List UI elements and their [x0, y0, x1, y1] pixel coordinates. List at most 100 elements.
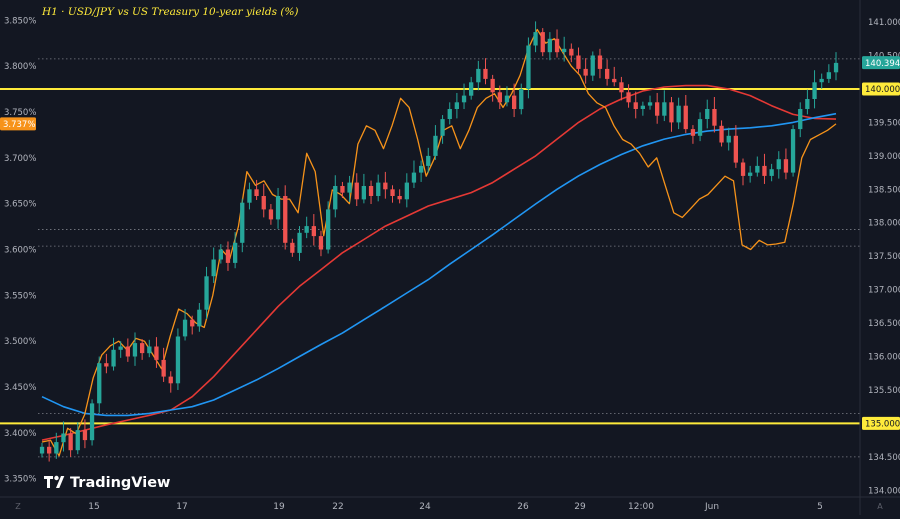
candle-body: [819, 78, 824, 83]
candle-body: [762, 165, 767, 176]
candle-body: [748, 172, 753, 176]
candle-body: [61, 433, 66, 443]
yield-current-badge: 3.737%: [0, 117, 36, 131]
candle-body: [168, 376, 173, 384]
candle-body: [54, 442, 59, 454]
candle-body: [798, 109, 803, 130]
candle-body: [190, 319, 195, 327]
candle-body: [461, 95, 467, 103]
candle-body: [111, 349, 116, 367]
candle-body: [304, 226, 309, 233]
x-axis-tick-label: 22: [332, 502, 343, 512]
x-axis-tick-label: 29: [574, 502, 586, 512]
candle-body: [218, 249, 223, 260]
candle-body: [497, 92, 502, 103]
candle-body: [790, 129, 796, 173]
candle-body: [419, 165, 424, 173]
x-axis-tick-label: 15: [88, 502, 99, 512]
candle-body: [805, 99, 810, 109]
candle-body: [755, 165, 760, 173]
candle-body: [132, 343, 138, 357]
right-axis-tick-label: 134.500: [868, 453, 900, 463]
candle-body: [833, 62, 839, 73]
right-axis-tick-label: 137.000: [868, 286, 900, 296]
candle-body: [297, 232, 302, 253]
x-axis-tick-label: 19: [273, 502, 285, 512]
candle-body: [540, 32, 545, 53]
candle-body: [783, 159, 789, 173]
candle-body: [605, 68, 610, 79]
x-axis-tick-label: 12:00: [628, 502, 654, 512]
candle-body: [397, 196, 402, 200]
candle-body: [211, 259, 216, 277]
right-axis-tick-label: 139.000: [868, 152, 900, 162]
right-axis-tick-label: 135.500: [868, 386, 900, 396]
candle: [89, 399, 95, 446]
candle: [175, 328, 181, 390]
candle: [540, 28, 545, 57]
level-high-badge-text: 140.000: [865, 85, 900, 95]
level-low-badge-text: 135.000: [865, 420, 900, 430]
candle-body: [554, 38, 560, 53]
candle-body: [669, 102, 674, 123]
left-axis-tick-label: 3.400%: [4, 429, 36, 439]
candle-body: [440, 119, 445, 136]
x-axis-tick-label: 5: [817, 502, 823, 512]
candle-body: [347, 182, 352, 193]
candle-body: [769, 169, 774, 176]
candle-body: [154, 346, 159, 360]
corner-label-left: Z: [15, 502, 21, 511]
candle-body: [89, 403, 95, 441]
candle-body: [68, 433, 73, 451]
candle-body: [447, 109, 452, 119]
candle-body: [161, 359, 166, 377]
left-axis-tick-label: 3.750%: [4, 108, 36, 118]
candle-body: [726, 135, 731, 143]
candle-body: [683, 105, 688, 130]
right-axis-tick-label: 137.500: [868, 252, 900, 262]
candle-body: [583, 68, 588, 76]
left-axis-tick-label: 3.450%: [4, 383, 36, 393]
candle-body: [433, 135, 438, 156]
candle-body: [247, 189, 252, 203]
right-axis-tick-label: 136.000: [868, 353, 900, 363]
chart-background: [0, 0, 900, 515]
x-axis-tick-label: 17: [176, 502, 187, 512]
candle-body: [640, 105, 645, 109]
left-axis-tick-label: 3.800%: [4, 62, 36, 72]
candle-body: [118, 346, 123, 350]
candle-body: [676, 105, 681, 123]
candle-body: [290, 242, 295, 253]
candle-body: [519, 89, 524, 110]
candle-body: [504, 95, 510, 103]
candle-body: [233, 242, 238, 263]
candle-body: [340, 186, 345, 193]
candle-body: [690, 129, 696, 136]
candle-body: [47, 446, 52, 454]
candle-body: [368, 186, 374, 196]
candle-body: [82, 430, 88, 441]
left-axis-tick-label: 3.600%: [4, 246, 36, 256]
yield-current-badge-text: 3.737%: [3, 120, 35, 130]
left-axis-tick-label: 3.650%: [4, 200, 36, 210]
left-axis-tick-label: 3.350%: [4, 475, 36, 485]
candle-body: [275, 196, 281, 220]
candle-body: [426, 155, 431, 166]
candle: [790, 125, 796, 177]
candle-body: [655, 102, 660, 116]
candle-body: [283, 196, 288, 243]
candle-body: [590, 55, 595, 76]
candle-body: [261, 196, 266, 210]
right-axis-tick-label: 138.500: [868, 185, 900, 195]
x-axis-tick-label: 26: [517, 502, 529, 512]
candle-body: [547, 38, 552, 53]
candle-body: [311, 226, 316, 237]
candle-body: [483, 68, 488, 79]
candle-body: [719, 125, 724, 143]
right-axis-tick-label: 138.000: [868, 219, 900, 229]
candle-body: [268, 209, 274, 220]
candle-body: [383, 182, 388, 190]
candle-body: [240, 202, 245, 243]
candle-body: [740, 162, 746, 176]
candle-body: [182, 319, 188, 337]
